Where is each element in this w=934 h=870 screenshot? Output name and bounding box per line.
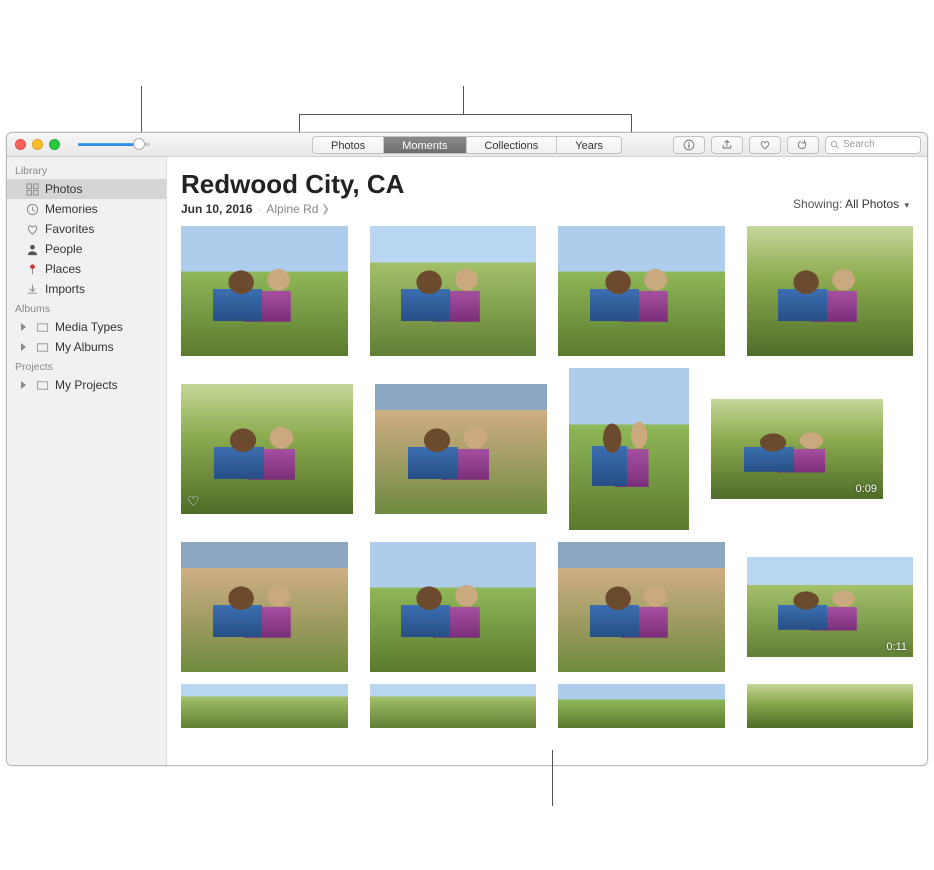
zoom-track[interactable] [78, 143, 150, 146]
photo-thumbnail[interactable] [370, 684, 537, 728]
sidebar-item-favorites[interactable]: Favorites [7, 219, 166, 239]
clock-icon [25, 202, 39, 216]
photo-thumbnail[interactable] [181, 684, 348, 728]
view-tabs: Photos Moments Collections Years [312, 136, 622, 154]
grid-row: ♡ 0:09 [181, 368, 913, 530]
sidebar-header-projects: Projects [7, 357, 166, 375]
tab-moments[interactable]: Moments [384, 137, 466, 153]
video-duration-badge: 0:09 [856, 483, 877, 495]
info-button[interactable] [673, 136, 705, 154]
sidebar-header-library: Library [7, 161, 166, 179]
sidebar-item-imports[interactable]: Imports [7, 279, 166, 299]
sidebar-item-label: People [45, 242, 82, 256]
callout-tick-right [631, 114, 632, 132]
close-window-button[interactable] [15, 139, 26, 150]
grid-icon [25, 182, 39, 196]
folder-icon [35, 340, 49, 354]
location-title: Redwood City, CA [181, 169, 913, 200]
sidebar-item-label: Media Types [55, 320, 123, 334]
sidebar-item-label: Favorites [45, 222, 94, 236]
sidebar-item-people[interactable]: People [7, 239, 166, 259]
photo-thumbnail[interactable] [181, 542, 348, 672]
sidebar-item-label: Places [45, 262, 81, 276]
grid-row [181, 226, 913, 356]
photo-thumbnail[interactable] [370, 542, 537, 672]
minimize-window-button[interactable] [32, 139, 43, 150]
photo-thumbnail[interactable] [375, 384, 547, 514]
pin-icon [25, 262, 39, 276]
fullscreen-window-button[interactable] [49, 139, 60, 150]
tab-years[interactable]: Years [557, 137, 621, 153]
search-placeholder: Search [843, 139, 875, 150]
showing-label: Showing: [793, 197, 842, 211]
sidebar-item-label: Photos [45, 182, 82, 196]
photo-thumbnail[interactable] [747, 684, 914, 728]
photo-thumbnail[interactable] [558, 542, 725, 672]
tab-photos[interactable]: Photos [313, 137, 384, 153]
share-button[interactable] [711, 136, 743, 154]
callout-brace-tabs [299, 114, 632, 115]
app-window: Photos Moments Collections Years Search [6, 132, 928, 766]
grid-row: 0:11 [181, 542, 913, 672]
rotate-button[interactable] [787, 136, 819, 154]
moment-date[interactable]: Jun 10, 2016 [181, 202, 252, 216]
showing-filter[interactable]: Showing: All Photos ▾ [793, 197, 909, 211]
download-icon [25, 282, 39, 296]
sidebar: Library Photos Memories Favorites People… [7, 157, 167, 765]
grid-row [181, 684, 913, 728]
sidebar-item-photos[interactable]: Photos [7, 179, 166, 199]
zoom-thumb[interactable] [133, 138, 145, 150]
callout-line-slider [141, 86, 142, 132]
folder-icon [35, 378, 49, 392]
folder-icon [35, 320, 49, 334]
callout-line-photo [552, 750, 553, 806]
sidebar-item-my-projects[interactable]: My Projects [7, 375, 166, 395]
person-icon [25, 242, 39, 256]
photo-thumbnail[interactable] [558, 684, 725, 728]
photo-thumbnail[interactable] [181, 226, 348, 356]
disclosure-triangle-icon[interactable] [21, 381, 26, 389]
search-icon [830, 140, 840, 150]
tab-collections[interactable]: Collections [466, 137, 557, 153]
window-controls [15, 139, 60, 150]
photo-thumbnail[interactable]: ♡ [181, 384, 353, 514]
content-area: Redwood City, CA Jun 10, 2016 · Alpine R… [167, 157, 927, 765]
photo-thumbnail[interactable] [569, 368, 689, 530]
disclosure-triangle-icon[interactable] [21, 323, 26, 331]
chevron-down-icon: ▾ [904, 200, 909, 210]
sidebar-header-albums: Albums [7, 299, 166, 317]
sidebar-item-label: Memories [45, 202, 98, 216]
titlebar: Photos Moments Collections Years Search [7, 133, 927, 157]
callout-tick-left [299, 114, 300, 132]
moment-place[interactable]: Alpine Rd [266, 202, 318, 216]
favorite-badge-icon: ♡ [187, 493, 200, 510]
callout-line-tabs [463, 86, 464, 114]
thumbnail-zoom-slider[interactable] [74, 140, 154, 150]
photo-thumbnail[interactable]: 0:09 [711, 399, 883, 499]
photo-thumbnail[interactable] [370, 226, 537, 356]
sidebar-item-media-types[interactable]: Media Types [7, 317, 166, 337]
sidebar-item-label: My Projects [55, 378, 118, 392]
chevron-right-icon: ❯ [321, 204, 329, 215]
photo-thumbnail[interactable]: 0:11 [747, 557, 914, 657]
video-duration-badge: 0:11 [886, 641, 907, 653]
disclosure-triangle-icon[interactable] [21, 343, 26, 351]
sidebar-item-label: My Albums [55, 340, 114, 354]
photo-thumbnail[interactable] [558, 226, 725, 356]
sidebar-item-places[interactable]: Places [7, 259, 166, 279]
heart-icon [25, 222, 39, 236]
showing-value: All Photos [845, 197, 899, 211]
photo-grid: ♡ 0:09 0:11 [181, 226, 913, 728]
photo-thumbnail[interactable] [747, 226, 914, 356]
sidebar-item-memories[interactable]: Memories [7, 199, 166, 219]
search-field[interactable]: Search [825, 136, 921, 154]
favorite-button[interactable] [749, 136, 781, 154]
sidebar-item-label: Imports [45, 282, 85, 296]
sidebar-item-my-albums[interactable]: My Albums [7, 337, 166, 357]
toolbar-buttons: Search [673, 136, 921, 154]
